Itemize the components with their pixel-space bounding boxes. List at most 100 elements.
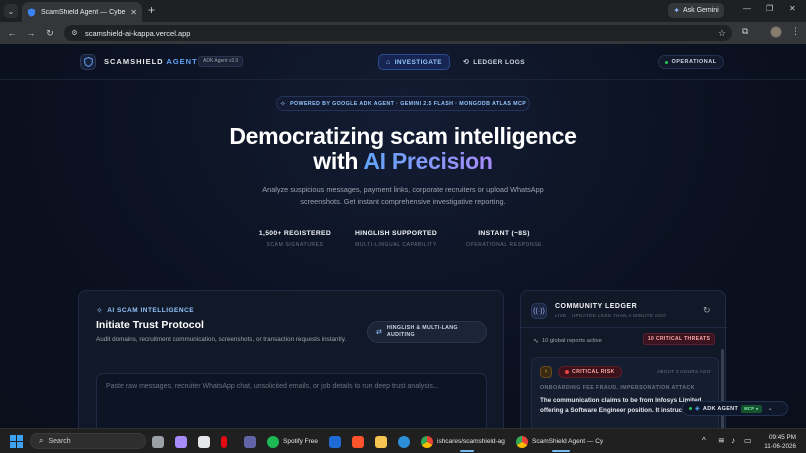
home-icon: ⌂: [386, 58, 391, 66]
ask-gemini-label: Ask Gemini: [682, 7, 719, 14]
chrome-taskbar-item-scamshield[interactable]: ScamShield Agent — Cy: [516, 435, 603, 448]
sparkles-icon: ✧: [96, 306, 104, 315]
site-settings-icon[interactable]: ⚙: [70, 29, 79, 38]
section-label: ✧ AI SCAM INTELLIGENCE: [96, 306, 194, 315]
shield-favicon-icon: [27, 7, 36, 17]
teams-app-icon[interactable]: [244, 435, 256, 448]
adk-agent-widget[interactable]: ◈ ADK AGENT MCP ● ⌄: [682, 401, 788, 416]
address-bar[interactable]: ⚙ scamshield-ai-kappa.vercel.app ☆: [64, 25, 732, 41]
wifi-icon[interactable]: ≋: [718, 436, 725, 445]
investigate-panel: ✧ AI SCAM INTELLIGENCE Initiate Trust Pr…: [78, 290, 504, 428]
tray-chevron-up-icon[interactable]: ^: [702, 436, 706, 445]
status-dot-icon: [665, 60, 669, 64]
reporter-avatar-icon: ♀: [540, 366, 552, 378]
translate-icon: ⇄: [376, 329, 382, 336]
extensions-icon[interactable]: ⧉: [742, 26, 748, 37]
risk-badge: CRITICAL RISK: [558, 366, 622, 378]
brand-prefix: SCAMSHIELD: [104, 57, 164, 66]
chrome-taskbar-item-github[interactable]: ishcares/scamshield-ag: [421, 435, 505, 448]
tab-search-chevron-icon[interactable]: ⌄: [4, 4, 18, 18]
chevron-down-icon[interactable]: ⌄: [768, 405, 773, 412]
stat-label: MULTI-LINGUAL CAPABILITY: [355, 242, 437, 248]
multilang-badge-text: HINGLISH & MULTI-LANG AUDITING: [386, 324, 458, 339]
forward-arrow-icon[interactable]: →: [24, 26, 38, 40]
stat-value: INSTANT (~8S): [478, 230, 530, 237]
ledger-report-card[interactable]: ♀ CRITICAL RISK ABOUT 3 HOURS AGO ONBOAR…: [531, 357, 719, 428]
nav-investigate-label: INVESTIGATE: [394, 58, 442, 66]
adk-agent-label: ADK AGENT: [702, 405, 739, 412]
system-clock[interactable]: 09:45 PM 11-06-2026: [760, 433, 796, 451]
clock-date: 11-06-2026: [764, 443, 796, 450]
powered-by-pill: ✧ POWERED BY GOOGLE ADK AGENT · GEMINI 2…: [276, 96, 530, 111]
hero-title: Democratizing scam intelligence with AI …: [0, 124, 806, 174]
url-text[interactable]: scamshield-ai-kappa.vercel.app: [85, 29, 718, 38]
chrome-window-label: ishcares/scamshield-ag: [437, 438, 505, 445]
task-view-icon[interactable]: [152, 435, 164, 448]
active-reports: ∿ 10 global reports active: [533, 337, 602, 345]
spotify-taskbar-item[interactable]: Spotify Free: [267, 435, 318, 448]
divider: [521, 327, 727, 328]
hero-title-prefix: with: [313, 148, 359, 174]
store-app-icon[interactable]: [198, 435, 210, 448]
active-indicator: [460, 450, 474, 452]
stat-multilingual: HINGLISH SUPPORTED MULTI-LINGUAL CAPABIL…: [348, 230, 444, 248]
browser-menu-icon[interactable]: ⋮: [791, 26, 800, 37]
profile-avatar[interactable]: [770, 26, 782, 38]
stat-signatures: 1,500+ REGISTERED SCAM SIGNATURES: [250, 230, 340, 248]
brave-app-icon[interactable]: [352, 435, 364, 448]
edge-app-icon[interactable]: [398, 435, 410, 448]
calculator-app-icon[interactable]: [329, 435, 341, 448]
version-badge: ADK Agent v2.0: [198, 56, 244, 67]
agent-shield-icon: ◈: [695, 406, 700, 412]
sparkles-icon: ✧: [279, 100, 287, 108]
refresh-icon[interactable]: ↻: [703, 305, 711, 316]
tab-close-icon[interactable]: ✕: [130, 8, 137, 17]
nav-ledger-logs-tab[interactable]: ⟲ LEDGER LOGS: [458, 54, 530, 70]
minimize-icon[interactable]: —: [743, 4, 751, 13]
battery-icon[interactable]: ▭: [744, 436, 752, 445]
multilang-badge: ⇄ HINGLISH & MULTI-LANG AUDITING: [367, 321, 487, 343]
feather-app-icon[interactable]: [175, 435, 187, 448]
chrome-window-label: ScamShield Agent — Cy: [532, 438, 604, 445]
browser-tab-strip: ⌄ ScamShield Agent — Cyber Fra ✕ + ✦ Ask…: [0, 0, 806, 22]
agent-status-dot-icon: [689, 407, 692, 410]
spotify-icon: [267, 435, 279, 448]
brand-name[interactable]: SCAMSHIELD AGENT: [104, 57, 198, 66]
brand-shield-icon[interactable]: [80, 54, 96, 70]
ask-gemini-button[interactable]: ✦ Ask Gemini: [668, 3, 724, 18]
bookmark-star-icon[interactable]: ☆: [718, 28, 726, 39]
mcp-badge: MCP ●: [741, 404, 762, 413]
risk-label: CRITICAL RISK: [572, 369, 615, 375]
os-taskbar: ⌕ Search Spotify Free ishcares/scamshiel…: [0, 428, 806, 453]
active-reports-text: 10 global reports active: [541, 338, 602, 344]
hero-title-line1: Democratizing scam intelligence: [229, 123, 577, 149]
page-content: SCAMSHIELD AGENT ADK Agent v2.0 ⌂ INVEST…: [0, 44, 806, 428]
stat-label: SCAM SIGNATURES: [266, 242, 324, 248]
powered-by-text: POWERED BY GOOGLE ADK AGENT · GEMINI 2.5…: [290, 100, 527, 107]
taskbar-search-label: Search: [48, 437, 71, 445]
new-tab-button[interactable]: +: [148, 4, 155, 16]
stat-label: OPERATIONAL RESPONSE: [465, 242, 543, 248]
file-explorer-icon[interactable]: [375, 435, 387, 448]
hero-subtitle: Analyze suspicious messages, payment lin…: [262, 185, 544, 206]
netflix-app-icon[interactable]: [221, 435, 227, 448]
browser-tab-active[interactable]: ScamShield Agent — Cyber Fra ✕: [22, 2, 142, 22]
ledger-scrollbar[interactable]: [721, 349, 724, 428]
windows-start-icon[interactable]: [10, 435, 23, 448]
report-time: ABOUT 3 HOURS AGO: [657, 369, 711, 374]
message-input[interactable]: Paste raw messages, recruiter WhatsApp c…: [96, 373, 487, 428]
spotify-label: Spotify Free: [283, 438, 319, 445]
search-icon: ⌕: [39, 436, 44, 445]
risk-dot-icon: [565, 370, 569, 374]
back-arrow-icon[interactable]: ←: [5, 26, 19, 40]
panel-description: Audit domains, recruitment communication…: [96, 336, 347, 343]
app-header: SCAMSHIELD AGENT ADK Agent v2.0 ⌂ INVEST…: [0, 44, 806, 80]
volume-icon[interactable]: ♪: [731, 436, 735, 445]
pulse-icon: ∿: [533, 338, 539, 345]
reload-icon[interactable]: ↻: [43, 26, 57, 40]
taskbar-search[interactable]: ⌕ Search: [30, 433, 146, 449]
close-window-icon[interactable]: ✕: [789, 4, 796, 13]
broadcast-icon: ((·)): [531, 303, 547, 319]
maximize-icon[interactable]: ❐: [766, 4, 773, 13]
nav-investigate-tab[interactable]: ⌂ INVESTIGATE: [378, 54, 450, 70]
